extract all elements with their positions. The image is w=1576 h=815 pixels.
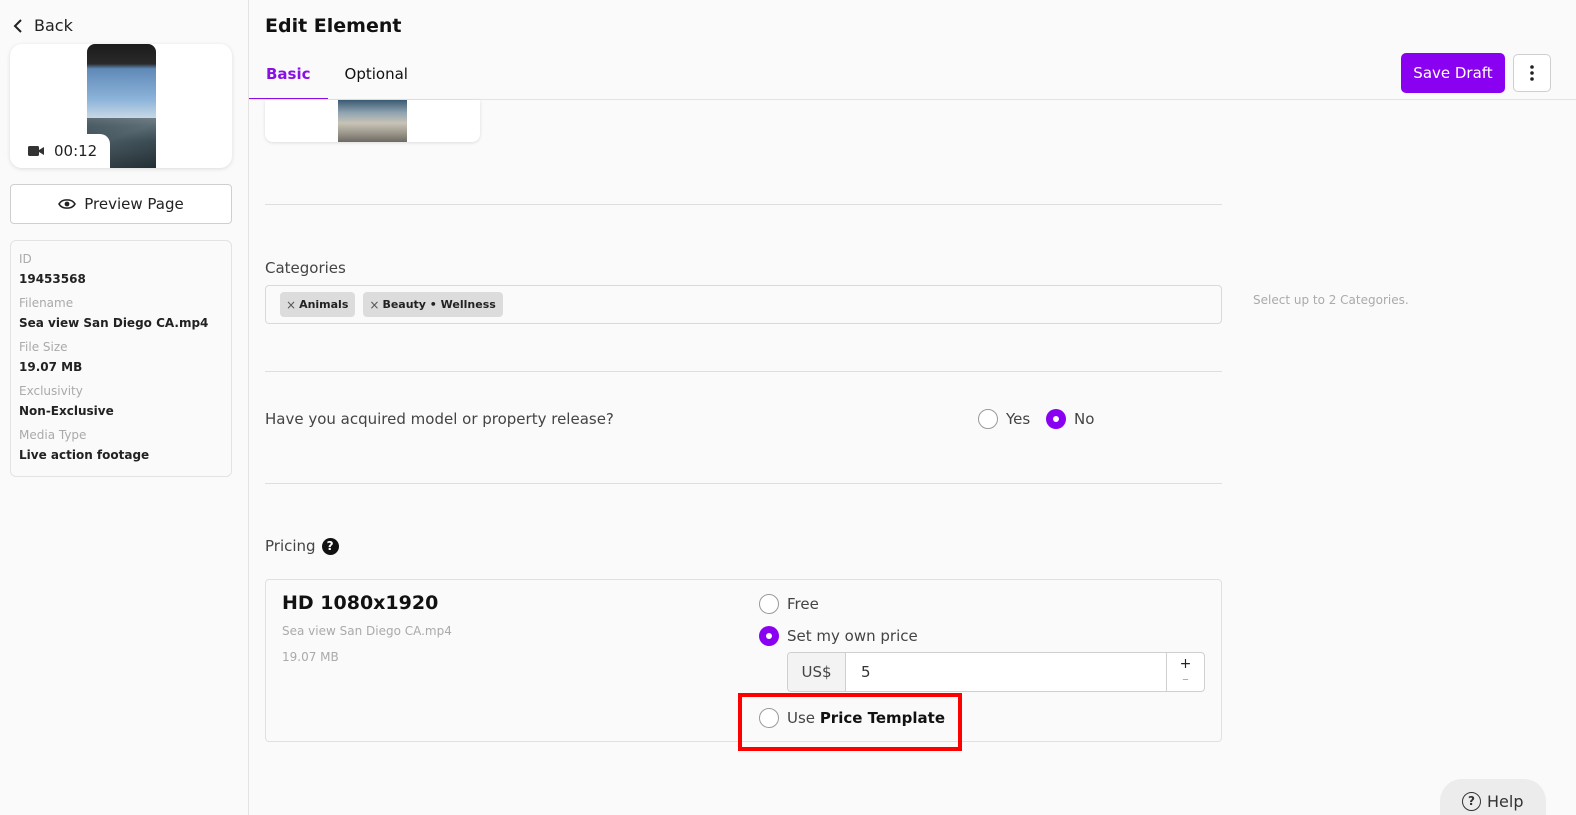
price-template-label: Use Price Template (787, 709, 945, 727)
release-yes-option[interactable]: Yes (978, 409, 1030, 429)
filename-value: Sea view San Diego CA.mp4 (19, 316, 209, 330)
categories-input[interactable]: × Animals × Beauty • Wellness (265, 285, 1222, 324)
radio-button[interactable] (978, 409, 998, 429)
exclusivity-label: Exclusivity (19, 384, 83, 398)
id-value: 19453568 (19, 272, 86, 286)
video-camera-icon (28, 146, 44, 156)
radio-button[interactable] (759, 708, 779, 728)
tab-bar: Basic Optional (249, 58, 425, 100)
price-free-label: Free (787, 595, 819, 613)
categories-label: Categories (265, 259, 346, 277)
category-chip-label: Animals (299, 298, 349, 311)
more-options-button[interactable] (1513, 54, 1551, 92)
categories-hint: Select up to 2 Categories. (1253, 293, 1409, 307)
sidebar: Back 00:12 Preview Page ID 19453568 File… (0, 0, 249, 815)
price-own-option[interactable]: Set my own price (759, 626, 918, 646)
category-chip-beauty-wellness[interactable]: × Beauty • Wellness (363, 292, 503, 317)
price-amount-input[interactable] (846, 653, 1166, 691)
help-label: Help (1487, 791, 1524, 811)
question-circle-icon[interactable]: ? (321, 537, 339, 555)
tab-basic[interactable]: Basic (249, 58, 328, 100)
media-type-value: Live action footage (19, 448, 150, 462)
help-circle-icon: ? (1462, 791, 1481, 811)
radio-button[interactable] (1046, 409, 1066, 429)
resolution-size: 19.07 MB (282, 650, 339, 664)
back-button[interactable]: Back (12, 16, 73, 35)
file-size-label: File Size (19, 340, 68, 354)
chevron-left-icon (13, 18, 22, 33)
filename-label: Filename (19, 296, 74, 310)
duration-badge: 00:12 (10, 134, 110, 168)
price-template-link[interactable]: Price Template (820, 709, 945, 727)
resolution-title: HD 1080x1920 (282, 592, 439, 614)
help-button[interactable]: ? Help (1440, 779, 1546, 815)
minus-icon[interactable]: – (1182, 673, 1189, 687)
plus-icon[interactable]: + (1180, 657, 1192, 671)
close-icon[interactable]: × (369, 298, 379, 312)
element-info-card: ID 19453568 Filename Sea view San Diego … (10, 240, 232, 477)
preview-page-label: Preview Page (84, 195, 184, 213)
price-template-option[interactable]: Use Price Template (759, 708, 945, 728)
element-image (338, 100, 407, 142)
section-divider (265, 371, 1222, 372)
section-divider (265, 483, 1222, 484)
id-label: ID (19, 252, 32, 266)
save-draft-button[interactable]: Save Draft (1401, 53, 1505, 93)
close-icon[interactable]: × (286, 298, 296, 312)
resolution-filename: Sea view San Diego CA.mp4 (282, 624, 452, 638)
price-input-group: US$ + – (787, 652, 1205, 692)
preview-page-button[interactable]: Preview Page (10, 184, 232, 224)
price-free-option[interactable]: Free (759, 594, 819, 614)
price-stepper: + – (1166, 653, 1204, 691)
release-no-option[interactable]: No (1046, 409, 1094, 429)
page-title: Edit Element (265, 15, 402, 37)
price-template-prefix: Use (787, 709, 816, 727)
category-chip-animals[interactable]: × Animals (280, 292, 356, 317)
more-vertical-icon (1530, 65, 1534, 81)
price-own-label: Set my own price (787, 627, 918, 645)
category-chip-label: Beauty • Wellness (382, 298, 496, 311)
duration-value: 00:12 (54, 142, 98, 160)
release-yes-label: Yes (1006, 410, 1031, 428)
file-size-value: 19.07 MB (19, 360, 83, 374)
pricing-label: Pricing (265, 537, 316, 555)
media-type-label: Media Type (19, 428, 87, 442)
section-divider (265, 204, 1222, 205)
release-question: Have you acquired model or property rele… (265, 410, 614, 428)
eye-icon (58, 199, 77, 209)
release-no-label: No (1074, 410, 1095, 428)
element-image-card (265, 100, 480, 142)
pricing-label-row: Pricing ? (265, 537, 339, 555)
radio-button[interactable] (759, 626, 779, 646)
tab-optional[interactable]: Optional (328, 58, 425, 100)
radio-button[interactable] (759, 594, 779, 614)
back-label: Back (34, 16, 73, 35)
currency-label: US$ (788, 653, 846, 691)
exclusivity-value: Non-Exclusive (19, 404, 114, 418)
